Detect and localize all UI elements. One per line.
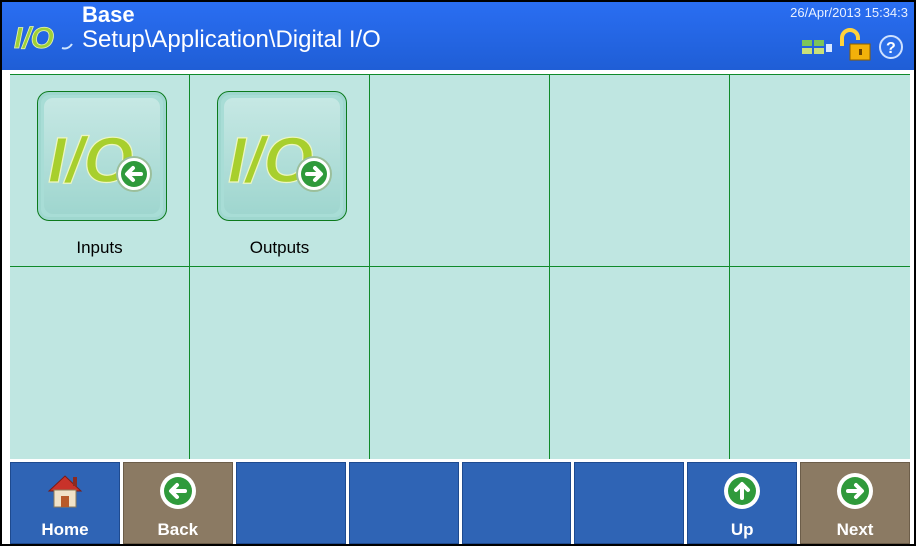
network-status-icon (802, 40, 832, 54)
outputs-label: Outputs (249, 238, 310, 257)
back-arrow-icon (159, 473, 196, 509)
back-label: Back (157, 520, 199, 539)
softkey-bar: Home Back Up Next (10, 462, 910, 544)
softkey-empty[interactable] (235, 462, 346, 544)
breadcrumb: Setup\Application\Digital I/O (82, 26, 381, 53)
svg-text:I/O: I/O (14, 22, 54, 55)
screen: I/O Base Setup\Application\Digital I/O 2… (0, 0, 916, 546)
unlocked-padlock-icon[interactable] (840, 28, 871, 61)
grid-cell (730, 75, 910, 267)
back-button[interactable]: Back (122, 462, 233, 544)
io-logo-icon: I/O (14, 22, 73, 55)
home-button[interactable]: Home (10, 462, 120, 544)
inputs-tile[interactable]: I/O (37, 91, 167, 221)
up-button[interactable]: Up (687, 462, 798, 544)
up-label: Up (730, 520, 754, 539)
help-icon[interactable]: ? (879, 35, 903, 59)
grid-cell (190, 267, 370, 459)
grid-cell (550, 267, 730, 459)
menu-grid: I/O Inputs I/O Outputs (10, 74, 910, 459)
grid-cell (370, 267, 550, 459)
next-label: Next (836, 520, 874, 539)
status-icons: ? (802, 28, 903, 61)
svg-text:?: ? (886, 40, 896, 57)
home-icon (47, 475, 83, 508)
digital-input-icon: I/O (47, 123, 152, 197)
grid-cell (10, 267, 190, 459)
home-label: Home (41, 520, 89, 539)
up-arrow-icon (724, 473, 761, 509)
page-title: Base (82, 2, 135, 27)
softkey-empty[interactable] (348, 462, 459, 544)
inputs-label: Inputs (76, 238, 123, 257)
next-arrow-icon (837, 473, 874, 509)
datetime: 26/Apr/2013 15:34:3 (790, 5, 908, 20)
digital-output-icon: I/O (227, 123, 332, 197)
softkey-empty[interactable] (461, 462, 572, 544)
next-button[interactable]: Next (800, 462, 910, 544)
grid-cell (730, 267, 910, 459)
softkey-empty[interactable] (574, 462, 685, 544)
grid-cell: I/O Inputs (10, 75, 190, 267)
grid-cell (370, 75, 550, 267)
header-bar: I/O Base Setup\Application\Digital I/O 2… (2, 2, 914, 70)
grid-cell: I/O Outputs (190, 75, 370, 267)
grid-cell (550, 75, 730, 267)
outputs-tile[interactable]: I/O (217, 91, 347, 221)
